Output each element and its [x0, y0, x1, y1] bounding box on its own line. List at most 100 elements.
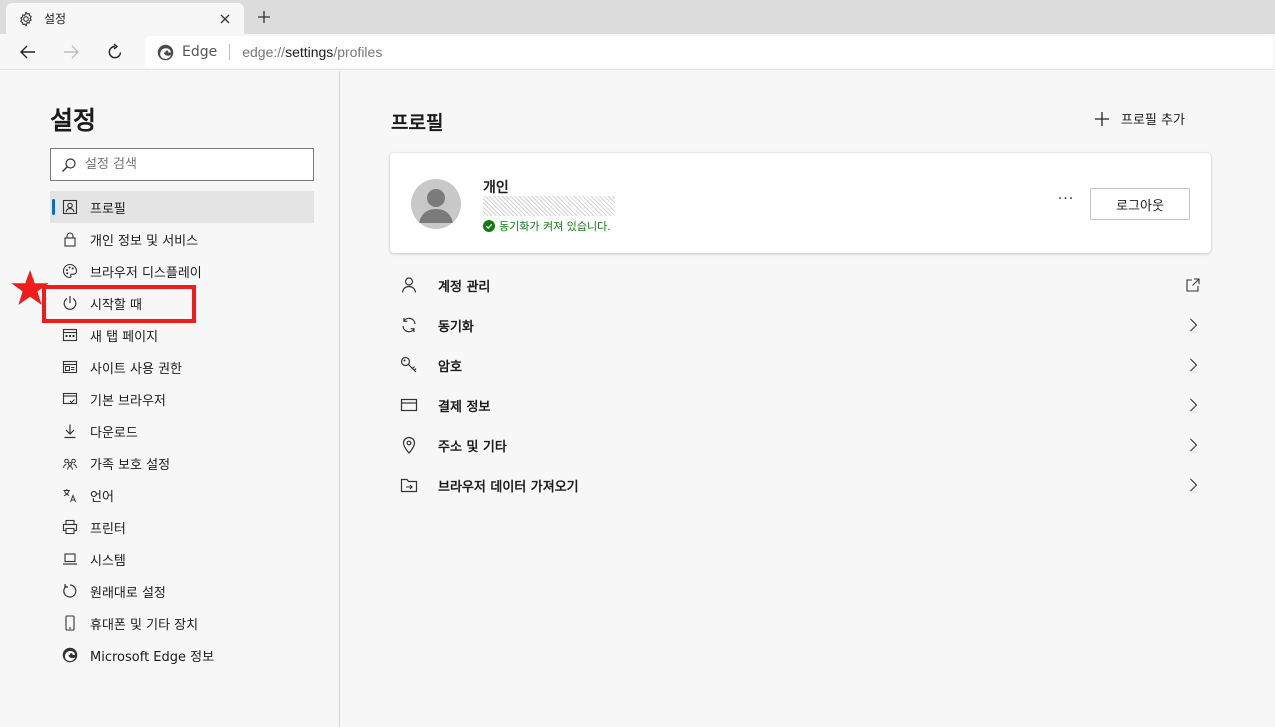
- search-box[interactable]: [50, 148, 314, 181]
- sidebar-item-about-edge[interactable]: Microsoft Edge 정보: [50, 639, 314, 671]
- back-button[interactable]: [15, 40, 41, 64]
- profiles-page: 프로필 프로필 추가 개인 동기화가 켜져 있습니다. ··· 로그아웃 계정 …: [341, 71, 1275, 727]
- sidebar-item-label: 다운로드: [90, 425, 138, 441]
- sidebar-item-downloads[interactable]: 다운로드: [50, 415, 314, 447]
- profile-card: 개인 동기화가 켜져 있습니다. ··· 로그아웃: [390, 153, 1211, 253]
- row-sync[interactable]: 동기화: [390, 305, 1211, 345]
- sidebar-item-label: 개인 정보 및 서비스: [90, 233, 199, 249]
- row-payment-info[interactable]: 결제 정보: [390, 385, 1211, 425]
- printer-icon: [62, 519, 78, 535]
- new-tab-button[interactable]: [252, 6, 276, 28]
- phone-icon: [62, 615, 78, 631]
- highlight-annotation-box: [42, 285, 196, 323]
- row-label: 브라우저 데이터 가져오기: [438, 479, 579, 495]
- tab-strip: 설정: [0, 0, 1275, 34]
- sidebar-item-new-tab[interactable]: 새 탭 페이지: [50, 319, 314, 351]
- sidebar-item-appearance[interactable]: 브라우저 디스플레이: [50, 255, 314, 287]
- sidebar-item-label: 원래대로 설정: [90, 585, 166, 601]
- plus-icon: [258, 11, 270, 23]
- row-addresses[interactable]: 주소 및 기타: [390, 425, 1211, 465]
- row-import-browser-data[interactable]: 브라우저 데이터 가져오기: [390, 465, 1211, 505]
- sidebar-item-label: 가족 보호 설정: [90, 457, 171, 473]
- sign-out-button[interactable]: 로그아웃: [1090, 188, 1190, 220]
- location-pin-icon: [400, 436, 418, 454]
- sidebar-item-label: 사이트 사용 권한: [90, 361, 182, 377]
- url-scheme: edge://: [242, 44, 286, 60]
- address-separator: [229, 44, 231, 60]
- url-text: edge://settings/profiles: [242, 44, 382, 60]
- check-circle-icon: [483, 220, 495, 232]
- url-host: settings: [285, 44, 334, 60]
- close-tab-icon[interactable]: [216, 10, 234, 28]
- address-bar[interactable]: Edge edge://settings/profiles: [145, 36, 1273, 68]
- sidebar-item-label: 프로필: [90, 201, 126, 217]
- default-browser-icon: [62, 391, 78, 407]
- row-label: 암호: [438, 359, 462, 375]
- add-profile-label: 프로필 추가: [1121, 113, 1185, 128]
- edge-logo-icon: [157, 44, 174, 61]
- sidebar-item-label: 기본 브라우저: [90, 393, 166, 409]
- lock-icon: [62, 231, 78, 247]
- import-folder-icon: [400, 476, 418, 494]
- profile-icon: [62, 199, 78, 215]
- site-name: Edge: [182, 44, 218, 60]
- sync-icon: [400, 316, 418, 334]
- row-label: 동기화: [438, 319, 474, 335]
- add-profile-button[interactable]: 프로필 추가: [1093, 109, 1185, 128]
- gear-icon: [18, 11, 34, 27]
- refresh-icon: [108, 43, 122, 59]
- sidebar-item-reset[interactable]: 원래대로 설정: [50, 575, 314, 607]
- chevron-right-icon: [1185, 357, 1201, 373]
- chevron-right-icon: [1185, 437, 1201, 453]
- sidebar-item-site-permissions[interactable]: 사이트 사용 권한: [50, 351, 314, 383]
- sidebar-item-privacy[interactable]: 개인 정보 및 서비스: [50, 223, 314, 255]
- sidebar-title: 설정: [50, 106, 97, 135]
- row-passwords[interactable]: 암호: [390, 345, 1211, 385]
- more-options-button[interactable]: ···: [1054, 191, 1078, 211]
- sidebar-item-label: Microsoft Edge 정보: [90, 649, 215, 665]
- external-link-icon: [1185, 277, 1201, 293]
- profile-email-redacted: [483, 196, 615, 216]
- forward-button[interactable]: [58, 40, 84, 64]
- row-label: 계정 관리: [438, 279, 491, 295]
- reset-icon: [62, 583, 78, 599]
- star-icon: [11, 270, 49, 305]
- family-icon: [62, 455, 78, 471]
- plus-icon: [1093, 110, 1111, 128]
- person-icon: [400, 276, 418, 294]
- profile-name: 개인: [483, 180, 509, 196]
- sidebar-item-profile[interactable]: 프로필: [50, 191, 314, 223]
- sidebar-item-languages[interactable]: 언어: [50, 479, 314, 511]
- tab-title: 설정: [44, 12, 67, 26]
- refresh-button[interactable]: [102, 40, 128, 64]
- search-input[interactable]: [85, 157, 295, 172]
- download-icon: [62, 423, 78, 439]
- sync-status: 동기화가 켜져 있습니다.: [483, 218, 611, 234]
- chevron-right-icon: [1185, 477, 1201, 493]
- sidebar-item-family[interactable]: 가족 보호 설정: [50, 447, 314, 479]
- credit-card-icon: [400, 396, 418, 414]
- page-title: 프로필: [391, 112, 444, 134]
- sidebar-item-label: 새 탭 페이지: [90, 329, 159, 345]
- sidebar-item-default-browser[interactable]: 기본 브라우저: [50, 383, 314, 415]
- sidebar-item-label: 시스템: [90, 553, 126, 569]
- sidebar-item-system[interactable]: 시스템: [50, 543, 314, 575]
- sidebar-item-label: 언어: [90, 489, 114, 505]
- key-icon: [400, 356, 418, 374]
- sidebar-nav: 프로필 개인 정보 및 서비스 브라우저 디스플레이 시작할 때 새 탭 페이지…: [50, 191, 314, 671]
- palette-icon: [62, 263, 78, 279]
- arrow-right-icon: [64, 45, 79, 59]
- sidebar-item-phone[interactable]: 휴대폰 및 기타 장치: [50, 607, 314, 639]
- avatar-person-icon: [419, 189, 453, 223]
- url-path: /profiles: [333, 44, 383, 60]
- settings-tab[interactable]: 설정: [6, 3, 244, 34]
- search-icon: [62, 157, 76, 172]
- chevron-right-icon: [1185, 317, 1201, 333]
- laptop-icon: [62, 551, 78, 567]
- settings-sidebar: 설정 프로필 개인 정보 및 서비스 브라우저 디스플레이 시작할 때 새 탭 …: [0, 71, 340, 727]
- row-label: 결제 정보: [438, 399, 491, 415]
- sidebar-item-printers[interactable]: 프린터: [50, 511, 314, 543]
- language-icon: [62, 487, 78, 503]
- site-permissions-icon: [62, 359, 78, 375]
- row-manage-account[interactable]: 계정 관리: [390, 265, 1211, 305]
